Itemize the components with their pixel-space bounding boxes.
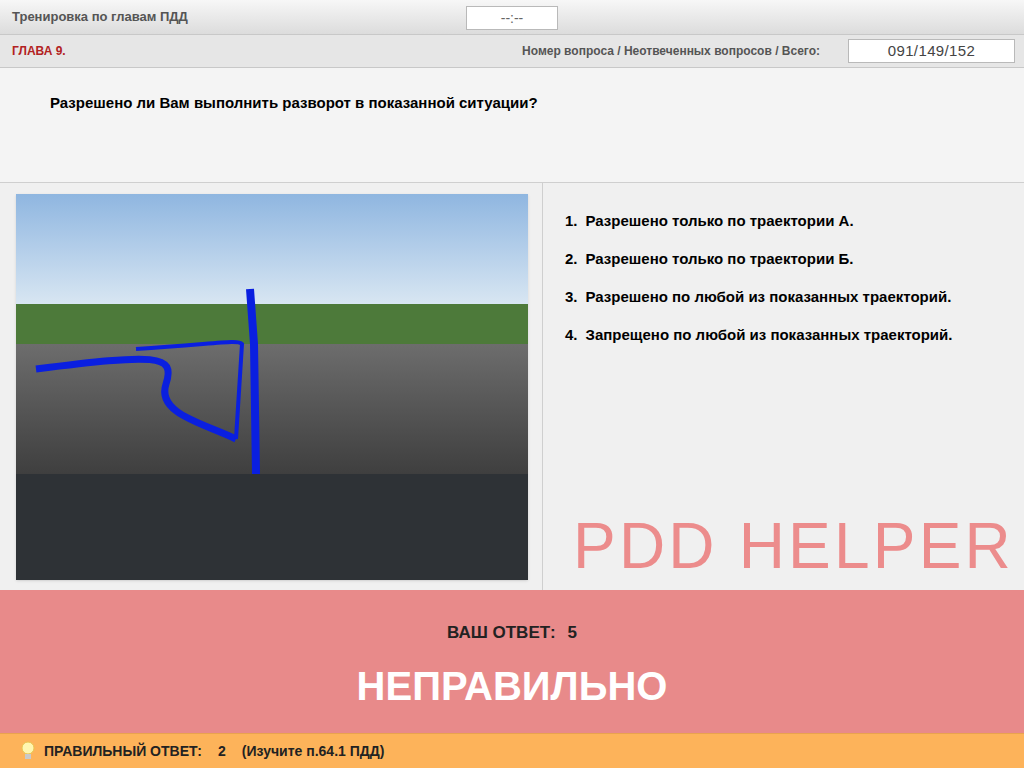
chapter: ГЛАВА 9. xyxy=(12,42,66,60)
question: Разрешено ли Вам выполнить разворот в по… xyxy=(50,92,1024,115)
timer: --:-- xyxy=(466,6,558,30)
counter-label: Номер вопроса / Неотвеченных вопросов / … xyxy=(522,42,820,60)
answer-item[interactable]: 2.Разрешено только по траектории Б. xyxy=(565,249,1024,268)
correct-bar: ПРАВИЛЬНЫЙ ОТВЕТ: 2 (Изучите п.64.1 ПДД) xyxy=(0,733,1024,768)
answers-panel: 1.Разрешено только по траектории А. 2.Раз… xyxy=(543,183,1024,590)
answer-item[interactable]: 3.Разрешено по любой из показанных траек… xyxy=(565,287,1024,306)
app-title: Тренировка по главам ПДД xyxy=(12,7,188,27)
answer-item[interactable]: 4.Запрещено по любой из показанных траек… xyxy=(565,325,1024,344)
trajectory-icon xyxy=(16,194,528,580)
app: Тренировка по главам ПДД --:-- ГЛАВА 9. Ном… xyxy=(0,0,1024,768)
image-panel xyxy=(0,183,543,590)
your-answer: ВАШ ОТВЕТ:5 xyxy=(447,620,577,646)
counter: 091/149/152 xyxy=(848,39,1015,63)
watermark: PDD HELPER xyxy=(565,514,1024,590)
content: 1.Разрешено только по траектории А. 2.Раз… xyxy=(0,183,1024,590)
answer-list: 1.Разрешено только по траектории А. 2.Раз… xyxy=(565,211,1024,344)
correct-label: ПРАВИЛЬНЫЙ ОТВЕТ: xyxy=(44,741,202,762)
situation-photo xyxy=(16,194,528,580)
top-bar: Тренировка по главам ПДД --:-- xyxy=(0,0,1024,35)
bulb-icon xyxy=(20,741,36,761)
correct-hint: (Изучите п.64.1 ПДД) xyxy=(242,741,385,762)
info-bar: ГЛАВА 9. Номер вопроса / Неотвеченных воп… xyxy=(0,35,1024,68)
correct-value: 2 xyxy=(218,741,226,762)
result-band: ВАШ ОТВЕТ:5 НЕПРАВИЛЬНО xyxy=(0,590,1024,733)
answer-item[interactable]: 1.Разрешено только по траектории А. xyxy=(565,211,1024,230)
verdict: НЕПРАВИЛЬНО xyxy=(357,666,668,706)
question-area: Разрешено ли Вам выполнить разворот в по… xyxy=(0,68,1024,183)
